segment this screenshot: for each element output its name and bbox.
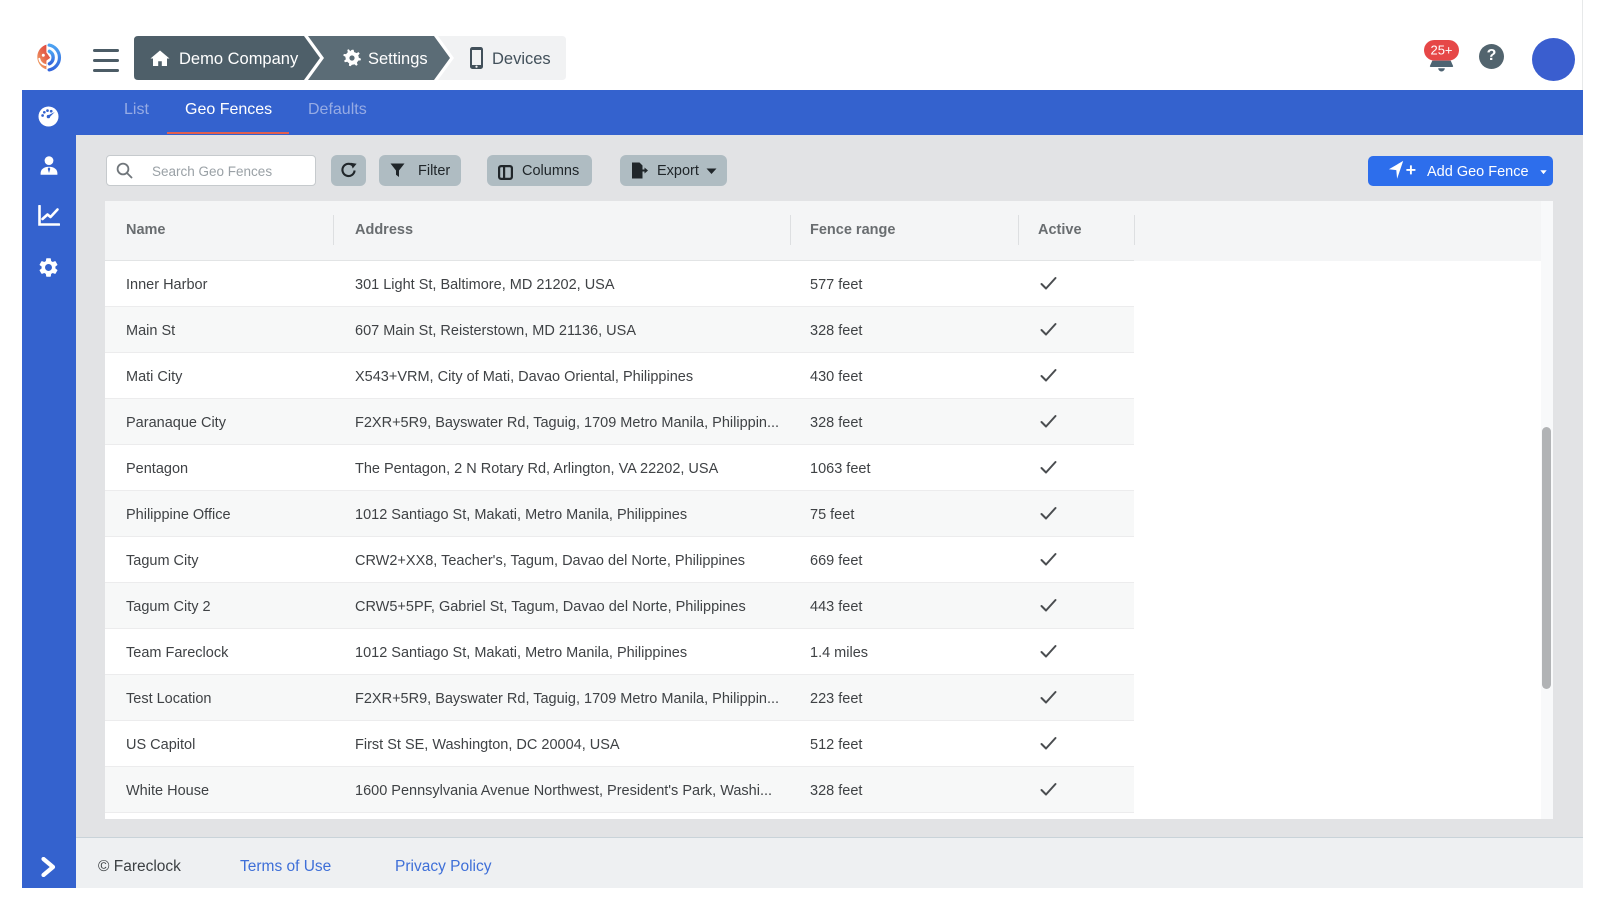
svg-text:Settings: Settings bbox=[368, 50, 428, 68]
svg-text:Demo Company: Demo Company bbox=[179, 50, 299, 68]
svg-text:25+: 25+ bbox=[1430, 42, 1452, 57]
svg-text:Devices: Devices bbox=[492, 50, 551, 68]
